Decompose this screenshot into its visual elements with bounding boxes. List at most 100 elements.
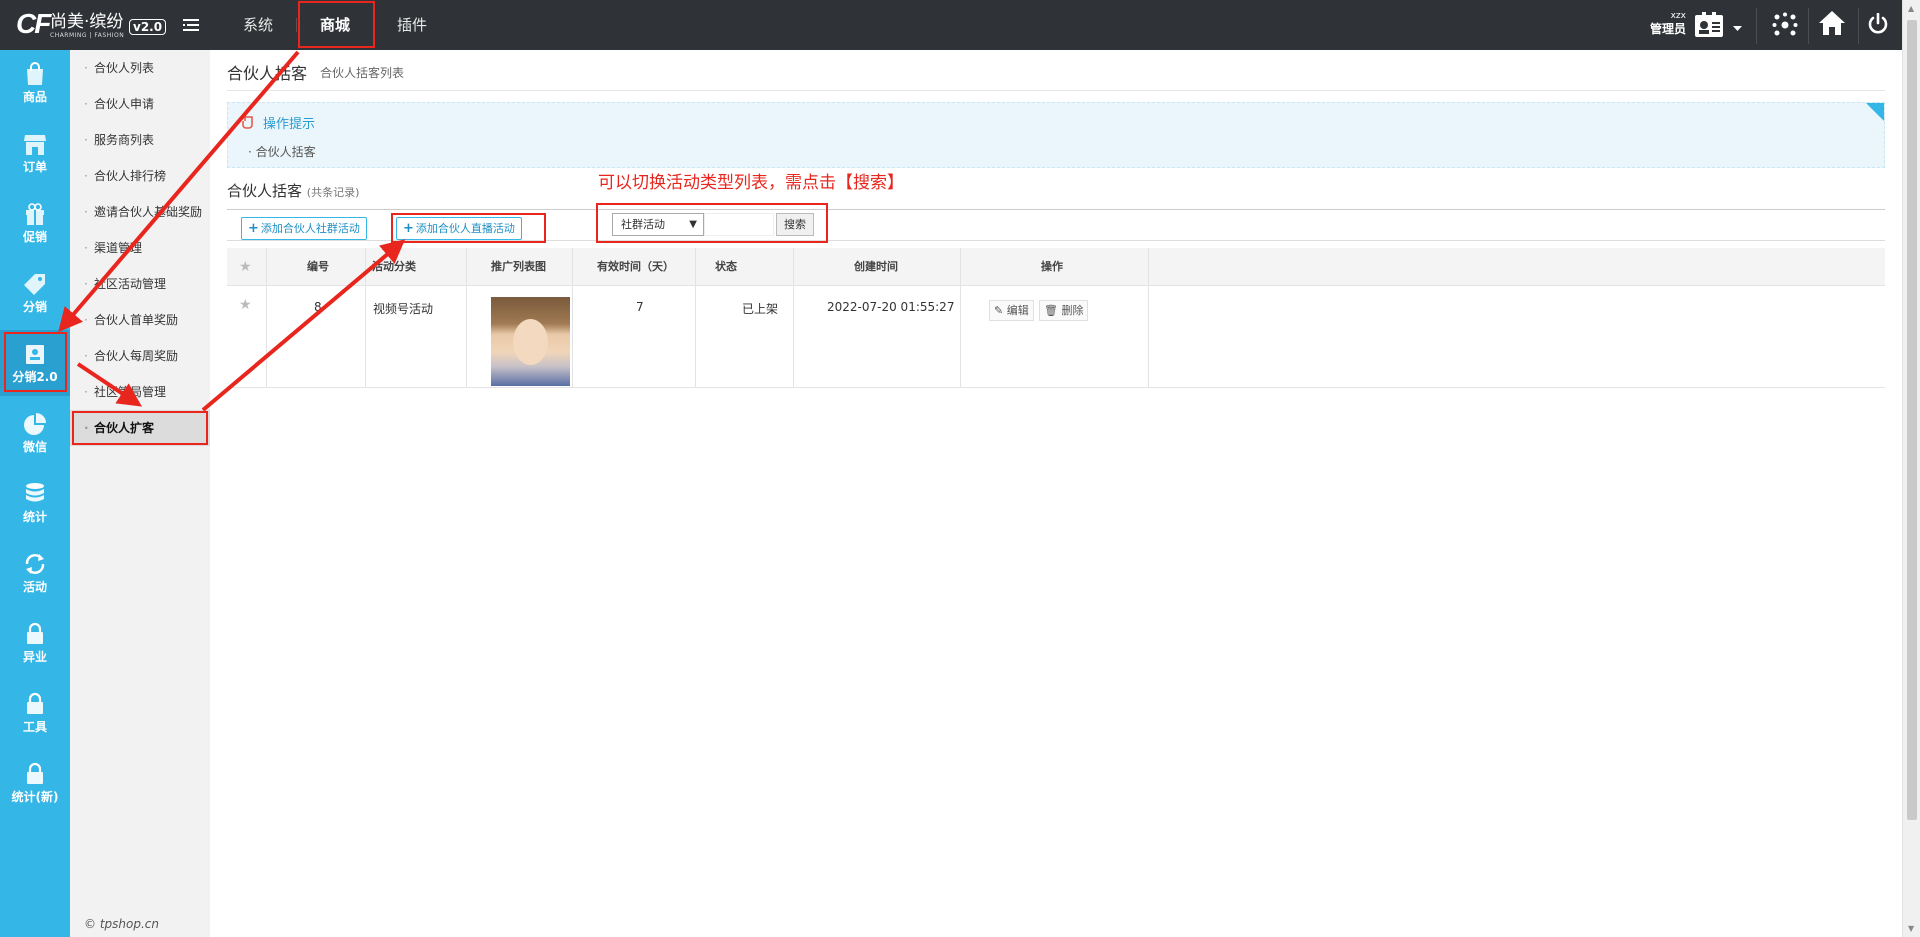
subnav-partner-ranking[interactable]: 合伙人排行榜 [70,158,210,194]
tips-line: · 合伙人括客 [248,145,316,159]
promo-image [491,297,570,386]
scroll-up-icon[interactable]: ▲ [1908,4,1914,13]
sidebar-item-statistics[interactable]: 统计 [0,470,70,536]
divider [227,90,1885,91]
network-icon[interactable] [1772,12,1798,41]
subnav-community-bureau[interactable]: 社区管局管理 [70,374,210,410]
id-card-icon [26,345,44,364]
column-divider [266,248,267,388]
version-badge: v2.0 [129,19,167,35]
col-category: 活动分类 [372,260,416,273]
logo-text: 尚美·缤纷 [50,12,124,32]
add-community-activity-button[interactable]: + 添加合伙人社群活动 [241,217,367,240]
tips-panel: 操作提示 · 合伙人括客 [227,102,1885,168]
nav-plugins[interactable]: 插件 [374,0,450,50]
hand-icon [240,111,256,132]
edit-button[interactable]: ✎ 编辑 [989,300,1034,321]
edit-label: 编辑 [1006,304,1029,317]
page-scrollbar[interactable]: ▲ ▼ [1902,0,1920,937]
plus-icon: + [248,221,259,236]
subnav-invite-reward[interactable]: 邀请合伙人基础奖励 [70,194,210,230]
main-sidebar: 商品 订单 促销 分销 分销2.0 微信 统计 活动 异业 工具 统计(新) [0,50,70,937]
subnav-partner-list[interactable]: 合伙人列表 [70,50,210,86]
subnav-partner-apply[interactable]: 合伙人申请 [70,86,210,122]
delete-button[interactable]: 🗑 删除 [1039,300,1089,321]
sidebar-item-orders[interactable]: 订单 [0,120,70,186]
column-divider [466,248,467,388]
sidebar-item-distribution[interactable]: 分销 [0,260,70,326]
sidebar-item-promotion[interactable]: 促销 [0,190,70,256]
scrollbar-thumb[interactable] [1907,20,1917,820]
sidebar-item-crossover[interactable]: 异业 [0,610,70,676]
top-bar: CF 尚美·缤纷 CHARMING | FASHION v2.0 系统 商城 插… [0,0,1902,50]
page-subtitle: 合伙人括客列表 [320,66,405,80]
sidebar-label: 统计(新) [11,790,59,804]
cell-days: 7 [636,300,644,314]
select-value: 社群活动 [621,218,665,231]
top-divider [1756,8,1757,44]
column-divider [960,248,961,388]
table-header: ★ 编号 活动分类 推广列表图 有效时间（天） 状态 创建时间 操作 [227,248,1885,286]
star-icon[interactable]: ★ [239,297,252,397]
subnav-partner-expand[interactable]: 合伙人扩客 [70,410,210,446]
sidebar-label: 分销2.0 [12,370,58,384]
user-info[interactable]: xzx 管理员 [1646,11,1686,37]
logo[interactable]: CF 尚美·缤纷 CHARMING | FASHION v2.0 [16,8,167,41]
dropdown-caret-icon[interactable] [1733,21,1742,35]
record-count: (共条记录) [306,186,360,199]
sidebar-label: 微信 [22,440,47,454]
home-icon[interactable] [1818,10,1846,39]
subnav-community-activity[interactable]: 社区活动管理 [70,266,210,302]
sidebar-label: 工具 [22,720,47,734]
tips-title: 操作提示 [263,117,316,132]
user-card-icon[interactable] [1694,11,1724,42]
logo-mark: CF [16,8,51,39]
cell-category: 视频号活动 [373,302,434,316]
menu-toggle-icon[interactable] [183,18,199,35]
column-divider [695,248,696,388]
col-id: 编号 [307,260,329,273]
tag-icon [24,274,45,295]
sidebar-item-goods[interactable]: 商品 [0,50,70,116]
cell-id: 8 [314,300,322,314]
plus-icon: + [403,221,414,236]
add-live-activity-button[interactable]: + 添加合伙人直播活动 [396,217,522,240]
subnav-weekly-reward[interactable]: 合伙人每周奖励 [70,338,210,374]
sidebar-label: 统计 [22,510,47,524]
col-actions: 操作 [1041,260,1063,273]
lock-icon [27,622,43,644]
nav-system[interactable]: 系统 [220,0,296,50]
collapse-corner[interactable] [1866,103,1884,121]
column-divider [793,248,794,388]
page-title: 合伙人括客 [227,64,308,83]
search-input[interactable] [704,213,774,236]
col-image: 推广列表图 [491,260,546,273]
activity-type-select[interactable]: 社群活动 ▼ [612,213,704,236]
search-button[interactable]: 搜索 [776,213,814,236]
subnav-channel-manage[interactable]: 渠道管理 [70,230,210,266]
column-divider [572,248,573,388]
power-icon[interactable] [1867,12,1889,38]
sidebar-label: 分销 [22,300,47,314]
sidebar-item-distribution-2[interactable]: 分销2.0 [0,330,70,396]
sidebar-item-wechat[interactable]: 微信 [0,400,70,466]
scroll-down-icon[interactable]: ▼ [1908,924,1914,933]
sidebar-item-tools[interactable]: 工具 [0,680,70,746]
user-name: xzx [1670,11,1686,21]
star-icon: ★ [239,259,252,275]
divider [227,240,1885,241]
sidebar-item-activity[interactable]: 活动 [0,540,70,606]
subnav-first-order-reward[interactable]: 合伙人首单奖励 [70,302,210,338]
subnav-provider-list[interactable]: 服务商列表 [70,122,210,158]
refresh-icon [25,554,45,574]
sidebar-label: 活动 [22,580,47,594]
user-role: 管理员 [1649,22,1686,36]
sidebar-label: 促销 [22,230,47,244]
top-divider [1858,8,1859,44]
sidebar-label: 订单 [22,160,47,174]
bag-icon [27,62,43,85]
top-divider [1808,8,1809,44]
delete-label: 删除 [1061,304,1084,317]
sidebar-item-statistics-new[interactable]: 统计(新) [0,750,70,816]
shop-icon [24,135,46,155]
